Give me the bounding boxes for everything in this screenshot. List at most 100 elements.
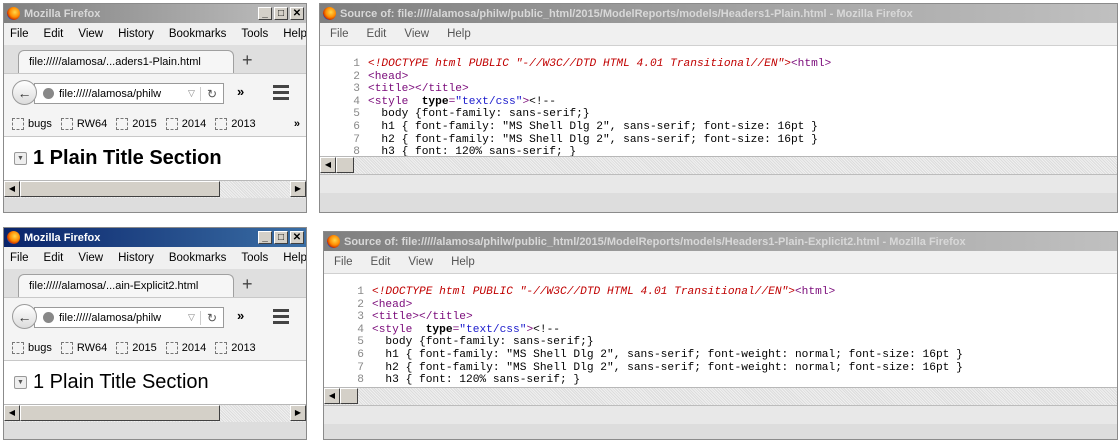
menu-edit[interactable]: Edit <box>367 28 387 40</box>
menu-view[interactable]: View <box>404 28 429 40</box>
window-titlebar[interactable]: Mozilla Firefox _ □ ✕ <box>4 228 306 247</box>
tab-strip: file://///alamosa/...aders1-Plain.html + <box>4 45 306 73</box>
source-code-view[interactable]: 1 <!DOCTYPE html PUBLIC "-//W3C//DTD HTML… <box>324 273 1117 387</box>
tab-active[interactable]: file://///alamosa/...ain-Explicit2.html <box>18 274 234 297</box>
close-button[interactable]: ✕ <box>290 7 304 20</box>
new-tab-plus-icon[interactable]: + <box>242 50 253 71</box>
url-bar[interactable]: file://///alamosa/philw ▽ ↻ <box>34 83 224 104</box>
bookmark-folder-bugs[interactable]: bugs <box>12 118 52 130</box>
scroll-thumb[interactable] <box>340 388 358 404</box>
bookmark-folder-2014[interactable]: 2014 <box>165 118 207 130</box>
bookmarks-toolbar: bugs RW64 2015 2014 2013 » <box>4 112 306 137</box>
menu-tools[interactable]: Tools <box>241 252 268 264</box>
bookmark-label: 2013 <box>231 342 256 354</box>
url-dropdown-icon[interactable]: ▽ <box>188 312 195 323</box>
menu-edit[interactable]: Edit <box>371 256 391 268</box>
window-titlebar[interactable]: Source of: file://///alamosa/philw/publi… <box>324 232 1117 251</box>
reload-icon[interactable]: ↻ <box>199 86 223 101</box>
bookmark-folder-2014[interactable]: 2014 <box>165 342 206 354</box>
menu-edit[interactable]: Edit <box>44 252 64 264</box>
minimize-button[interactable]: _ <box>258 7 272 20</box>
reload-icon[interactable]: ↻ <box>199 310 223 325</box>
overflow-chevron-icon[interactable]: » <box>237 308 244 323</box>
bookmark-folder-rw64[interactable]: RW64 <box>60 118 107 130</box>
browser-window-plain: Mozilla Firefox _ □ ✕ File Edit View His… <box>3 3 307 213</box>
horizontal-scrollbar[interactable]: ◀ ▶ <box>4 180 306 198</box>
hamburger-menu-icon[interactable] <box>273 309 289 327</box>
page-content: ▼ 1 Plain Title Section <box>4 137 306 180</box>
url-dropdown-icon[interactable]: ▽ <box>188 88 195 99</box>
code-token: <title></title> <box>372 311 473 324</box>
bookmark-label: 2014 <box>181 118 207 130</box>
menu-file[interactable]: File <box>330 28 349 40</box>
menu-view[interactable]: View <box>78 28 103 40</box>
scroll-right-arrow-icon[interactable]: ▶ <box>290 181 306 197</box>
code-token: h3 { font: 120% sans-serif; } <box>368 146 577 156</box>
collapse-toggle-icon[interactable]: ▼ <box>14 152 27 165</box>
menu-file[interactable]: File <box>10 28 29 40</box>
folder-icon <box>215 118 228 130</box>
back-arrow-icon[interactable]: ← <box>12 80 37 105</box>
window-titlebar[interactable]: Source of: file://///alamosa/philw/publi… <box>320 4 1117 23</box>
scroll-left-arrow-icon[interactable]: ◀ <box>4 405 20 421</box>
overflow-chevron-icon[interactable]: » <box>237 84 244 99</box>
back-arrow-icon[interactable]: ← <box>12 304 37 329</box>
line-number: 6 <box>353 120 360 133</box>
minimize-button[interactable]: _ <box>258 231 272 244</box>
bookmark-folder-rw64[interactable]: RW64 <box>60 342 107 354</box>
maximize-button[interactable]: □ <box>274 231 288 244</box>
scroll-left-arrow-icon[interactable]: ◀ <box>324 388 340 404</box>
menu-bookmarks[interactable]: Bookmarks <box>169 252 227 264</box>
collapse-toggle-icon[interactable]: ▼ <box>14 376 27 389</box>
firefox-logo-icon <box>7 7 20 20</box>
menu-history[interactable]: History <box>118 252 154 264</box>
code-line: 1 <!DOCTYPE html PUBLIC "-//W3C//DTD HTML… <box>320 58 1117 71</box>
menu-edit[interactable]: Edit <box>44 28 64 40</box>
bookmarks-overflow-chevron-icon[interactable]: » <box>294 118 300 130</box>
menu-file[interactable]: File <box>334 256 353 268</box>
horizontal-scrollbar[interactable]: ◀ <box>324 387 1117 405</box>
menu-bookmarks[interactable]: Bookmarks <box>169 28 227 40</box>
bookmark-folder-2013[interactable]: 2013 <box>215 118 256 130</box>
bookmark-folder-2015[interactable]: 2015 <box>116 118 157 130</box>
source-code-view[interactable]: 1 <!DOCTYPE html PUBLIC "-//W3C//DTD HTML… <box>320 45 1117 156</box>
scroll-left-arrow-icon[interactable]: ◀ <box>4 181 20 197</box>
menu-help[interactable]: Help <box>283 252 306 264</box>
url-bar[interactable]: file://///alamosa/philw ▽ ↻ <box>34 307 224 328</box>
code-token: <style <box>372 323 426 336</box>
menu-view[interactable]: View <box>408 256 433 268</box>
code-line: 6 h1 { font-family: "MS Shell Dlg 2", sa… <box>324 349 1117 362</box>
code-line: 2 <head> <box>320 71 1117 84</box>
url-text[interactable]: file://///alamosa/philw <box>59 312 183 324</box>
window-titlebar[interactable]: Mozilla Firefox _ □ ✕ <box>4 4 306 23</box>
scroll-right-arrow-icon[interactable]: ▶ <box>290 405 306 421</box>
menu-view[interactable]: View <box>78 252 103 264</box>
menu-history[interactable]: History <box>118 28 154 40</box>
bookmark-label: 2015 <box>132 118 157 130</box>
bookmark-folder-2015[interactable]: 2015 <box>116 342 157 354</box>
menu-bar: File Edit View History Bookmarks Tools H… <box>4 247 306 269</box>
hamburger-menu-icon[interactable] <box>273 85 289 103</box>
bookmark-folder-2013[interactable]: 2013 <box>215 342 256 354</box>
new-tab-plus-icon[interactable]: + <box>242 274 253 295</box>
scroll-thumb[interactable] <box>336 157 354 173</box>
firefox-logo-icon <box>7 231 20 244</box>
horizontal-scrollbar[interactable]: ◀ ▶ <box>4 404 306 422</box>
url-text[interactable]: file://///alamosa/philw <box>59 88 183 100</box>
tab-active[interactable]: file://///alamosa/...aders1-Plain.html <box>18 50 234 73</box>
close-button[interactable]: ✕ <box>290 231 304 244</box>
menu-help[interactable]: Help <box>447 28 471 40</box>
menu-file[interactable]: File <box>10 252 29 264</box>
scroll-left-arrow-icon[interactable]: ◀ <box>320 157 336 173</box>
line-number: 1 <box>357 286 364 298</box>
code-token: = <box>452 323 460 336</box>
horizontal-scrollbar[interactable]: ◀ <box>320 156 1117 174</box>
maximize-button[interactable]: □ <box>274 7 288 20</box>
scroll-thumb[interactable] <box>20 405 220 421</box>
scroll-thumb[interactable] <box>20 181 220 197</box>
menu-help[interactable]: Help <box>283 28 306 40</box>
bookmark-folder-bugs[interactable]: bugs <box>12 342 52 354</box>
menu-tools[interactable]: Tools <box>241 28 268 40</box>
menu-bar: File Edit View History Bookmarks Tools H… <box>4 23 306 45</box>
menu-help[interactable]: Help <box>451 256 475 268</box>
